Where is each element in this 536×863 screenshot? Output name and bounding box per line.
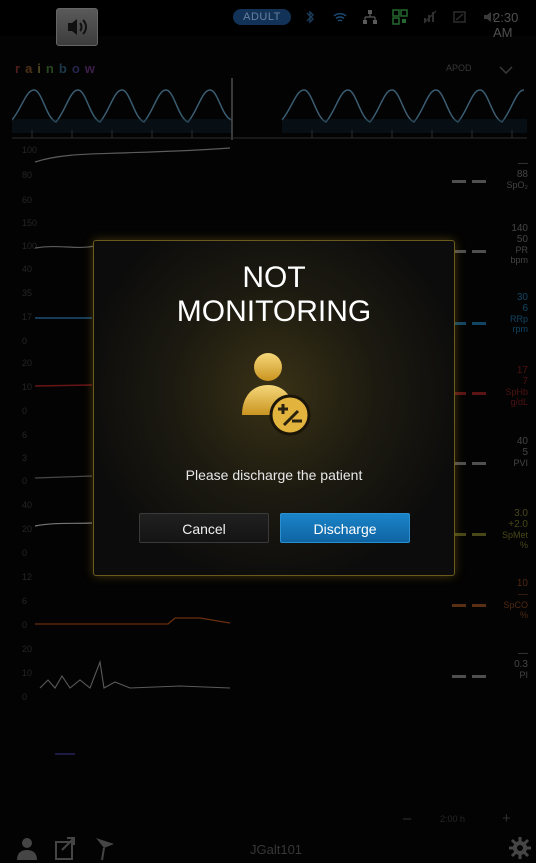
dialog-title: NOT MONITORING: [176, 261, 372, 328]
not-monitoring-dialog: NOT MONITORING Please discharge the pati…: [93, 240, 455, 576]
cancel-button[interactable]: Cancel: [139, 513, 269, 543]
patient-admit-discharge-icon: [242, 353, 311, 436]
discharge-button[interactable]: Discharge: [280, 513, 410, 543]
dialog-message: Please discharge the patient: [185, 467, 363, 483]
